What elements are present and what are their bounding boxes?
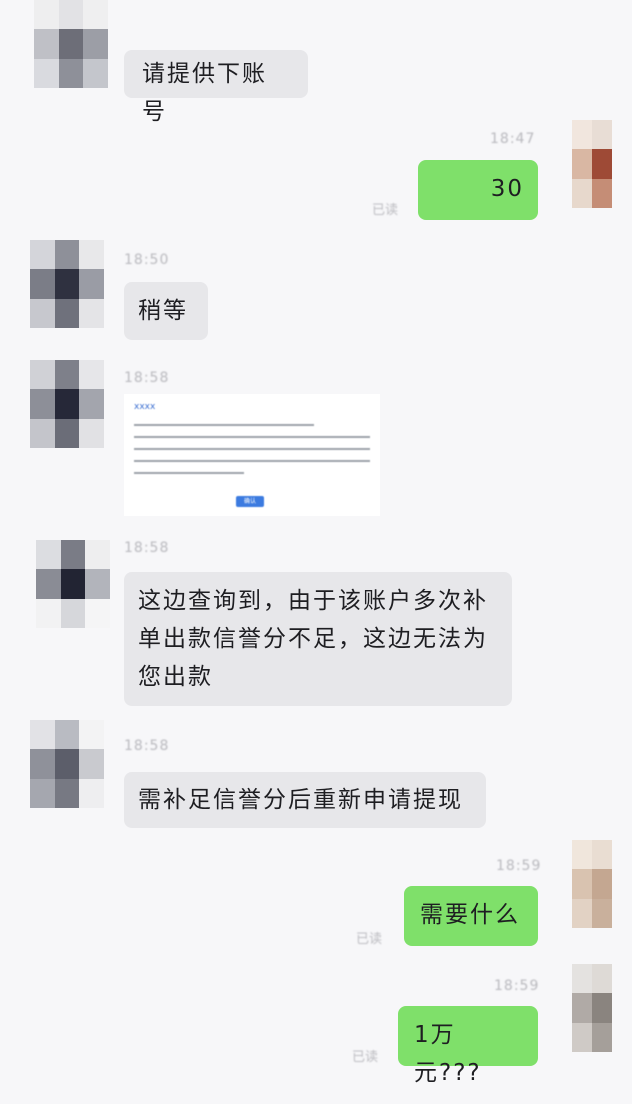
timestamp: 18:58: [124, 370, 170, 386]
avatar[interactable]: [30, 360, 104, 448]
timestamp: 18:59: [494, 978, 540, 994]
avatar[interactable]: [572, 120, 612, 208]
message-text: 这边查询到，由于该账户多次补单出款信誉分不足，这边无法为您出款: [138, 588, 488, 690]
document-line: [134, 424, 314, 426]
message-bubble-outgoing[interactable]: 需要什么: [404, 886, 538, 946]
avatar[interactable]: [30, 720, 104, 808]
timestamp: 18:58: [124, 540, 170, 556]
message-text: 请提供下账号: [142, 61, 267, 125]
message-text: 需补足信誉分后重新申请提现: [138, 787, 463, 813]
timestamp: 18:58: [124, 738, 170, 754]
message-text: 30: [490, 176, 524, 202]
read-status: 已读: [372, 203, 399, 218]
avatar[interactable]: [572, 964, 612, 1052]
message-bubble-outgoing[interactable]: 1万元???: [398, 1006, 538, 1086]
read-status: 已读: [356, 932, 383, 947]
timestamp: 18:47: [490, 131, 536, 147]
avatar[interactable]: [30, 240, 104, 328]
document-line: [134, 436, 370, 438]
document-button-label: 确认: [243, 498, 256, 505]
document-line: [134, 460, 370, 462]
document-confirm-button: 确认: [236, 496, 264, 507]
message-bubble-outgoing[interactable]: 30: [418, 160, 538, 220]
message-bubble-incoming[interactable]: 请提供下账号: [124, 50, 308, 125]
document-title: xxxx: [134, 402, 156, 412]
message-bubble-incoming[interactable]: 稍等: [124, 282, 208, 340]
message-text: 稍等: [138, 298, 188, 324]
message-bubble-incoming[interactable]: 需补足信誉分后重新申请提现: [124, 772, 486, 828]
message-bubble-incoming[interactable]: 这边查询到，由于该账户多次补单出款信誉分不足，这边无法为您出款: [124, 572, 512, 706]
message-text: 需要什么: [420, 902, 520, 928]
read-status: 已读: [352, 1050, 379, 1065]
avatar[interactable]: [34, 0, 108, 88]
document-image[interactable]: xxxx 确认: [124, 394, 380, 516]
document-line: [134, 472, 244, 474]
timestamp: 18:59: [496, 858, 542, 874]
message-text: 1万元???: [414, 1022, 482, 1086]
timestamp: 18:50: [124, 252, 170, 268]
document-line: [134, 448, 370, 450]
avatar[interactable]: [572, 840, 612, 928]
avatar[interactable]: [36, 540, 110, 628]
